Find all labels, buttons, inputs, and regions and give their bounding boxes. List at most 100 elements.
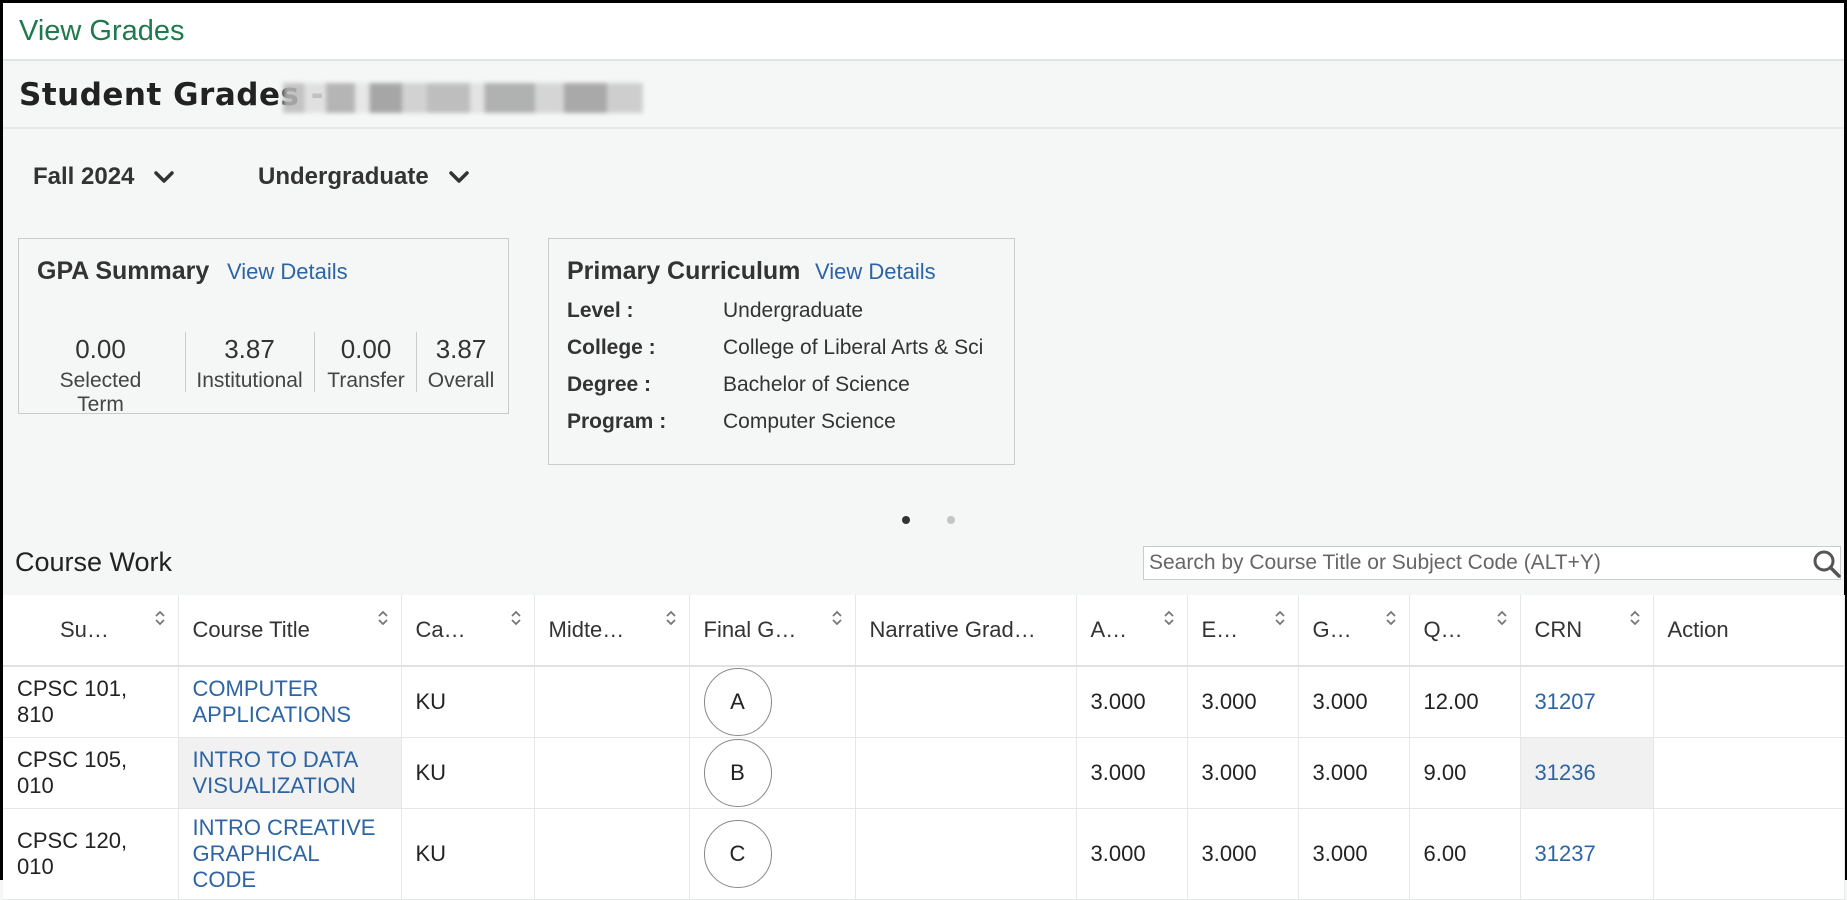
course-title-link[interactable]: COMPUTER APPLICATIONS [178,666,402,738]
curriculum-value: Bachelor of Science [723,373,910,396]
cell-attempted: 3.000 [1076,666,1188,738]
column-header-course-title[interactable]: Course Title [178,595,402,667]
column-header-action: Action [1653,595,1845,667]
term-dropdown-label: Fall 2024 [33,163,135,190]
curriculum-value: College of Liberal Arts & Sci [723,336,984,359]
column-header-midterm[interactable]: Midte… [534,595,690,667]
column-header-final-grade[interactable]: Final G… [689,595,856,667]
cell-narrative [855,808,1077,900]
crn-link[interactable]: 31236 [1520,737,1654,809]
gpa-view-details-link[interactable]: View Details [227,259,348,285]
table-header-row: Su… Course Title Ca… Midte… Final G… Nar… [3,595,1845,667]
course-work-title: Course Work [15,547,173,577]
course-search-box [1143,546,1841,580]
term-dropdown[interactable]: Fall 2024 [33,163,176,191]
sort-icon [831,610,842,626]
sort-icon [1629,610,1640,626]
gpa-value: 0.00 [340,334,392,364]
cell-attempted: 3.000 [1076,737,1188,809]
cell-gpa-hours: 3.000 [1298,666,1410,738]
cell-action [1653,808,1845,900]
curriculum-value: Undergraduate [723,299,864,322]
course-title-link[interactable]: INTRO CREATIVE GRAPHICAL CODE [178,808,402,900]
cell-subject: CPSC 101, 810 [3,666,179,738]
primary-curriculum-card: Primary Curriculum View Details Level : U… [548,238,1015,465]
gpa-summary-title: GPA Summary [37,257,210,285]
gpa-transfer: 0.00 Transfer [316,334,416,393]
curriculum-key: Level : [567,299,634,322]
column-header-label: Su… [60,617,109,642]
cell-final-grade: A [689,666,856,738]
cell-attempted: 3.000 [1076,808,1188,900]
curriculum-level-row: Level : Undergraduate [567,299,863,323]
column-header-attempted[interactable]: A… [1076,595,1188,667]
table-row: CPSC 120, 010 INTRO CREATIVE GRAPHICAL C… [3,808,1845,900]
search-icon[interactable] [1812,549,1842,579]
sort-icon [1274,610,1285,626]
column-header-label: G… [1312,617,1352,642]
gpa-value: 3.87 [224,334,275,364]
gpa-overall: 3.87 Overall [418,334,504,393]
gpa-selected-term: 0.00 Selected Term [34,334,167,417]
column-header-label: Narrative Grad… [869,617,1036,642]
level-dropdown-label: Undergraduate [258,163,429,190]
gpa-summary-card: GPA Summary View Details 0.00 Selected T… [18,238,509,417]
gpa-institutional: 3.87 Institutional [187,334,312,393]
page-heading: View Grades [19,15,185,47]
cell-campus: KU [401,737,535,809]
carousel-dot-1[interactable] [902,516,910,524]
cell-subject: CPSC 105, 010 [3,737,179,809]
column-header-subject[interactable]: Su… [3,595,179,667]
table-row: CPSC 105, 010 INTRO TO DATA VISUALIZATIO… [3,737,1845,809]
top-bar: View Grades [3,3,1844,61]
grades-table: Su… Course Title Ca… Midte… Final G… Nar… [3,595,1845,900]
sort-icon [154,610,165,626]
course-title-link[interactable]: INTRO TO DATA VISUALIZATION [178,737,402,809]
final-grade-badge: B [703,739,772,807]
sort-icon [377,610,388,626]
sort-icon [1496,610,1507,626]
divider [185,332,186,392]
cell-midterm [534,808,690,900]
divider [314,332,315,392]
column-header-crn[interactable]: CRN [1520,595,1654,667]
sort-icon [1385,610,1396,626]
carousel-dot-2[interactable] [947,516,955,524]
sort-icon [1163,610,1174,626]
column-header-quality-points[interactable]: Q… [1409,595,1521,667]
level-dropdown[interactable]: Undergraduate [258,163,471,191]
column-header-label: Q… [1423,617,1463,642]
crn-link[interactable]: 31207 [1520,666,1654,738]
page-title: Student Grades - [19,77,325,113]
cell-campus: KU [401,808,535,900]
column-header-label: Midte… [548,617,625,642]
curriculum-key: Degree : [567,373,652,396]
column-header-label: Action [1667,617,1729,642]
sort-icon [510,610,521,626]
column-header-campus[interactable]: Ca… [401,595,535,667]
gpa-value: 3.87 [435,334,487,364]
cell-earned: 3.000 [1187,737,1299,809]
curriculum-degree-row: Degree : Bachelor of Science [567,373,910,397]
chevron-down-icon [154,171,175,183]
cell-narrative [855,666,1077,738]
cell-narrative [855,737,1077,809]
gpa-label: Overall [427,369,495,392]
divider [416,332,417,392]
cell-action [1653,666,1845,738]
course-search-input[interactable] [1144,547,1791,579]
cell-campus: KU [401,666,535,738]
gpa-value: 0.00 [75,334,126,364]
final-grade-badge: C [703,820,772,888]
crn-link[interactable]: 31237 [1520,808,1654,900]
column-header-earned[interactable]: E… [1187,595,1299,667]
column-header-label: Ca… [415,617,466,642]
cell-gpa-hours: 3.000 [1298,808,1410,900]
cell-midterm [534,666,690,738]
cell-quality-points: 12.00 [1409,666,1521,738]
final-grade-badge: A [703,668,772,736]
cell-earned: 3.000 [1187,666,1299,738]
curriculum-program-row: Program : Computer Science [567,410,896,434]
curriculum-view-details-link[interactable]: View Details [815,259,936,285]
column-header-gpa-hours[interactable]: G… [1298,595,1410,667]
